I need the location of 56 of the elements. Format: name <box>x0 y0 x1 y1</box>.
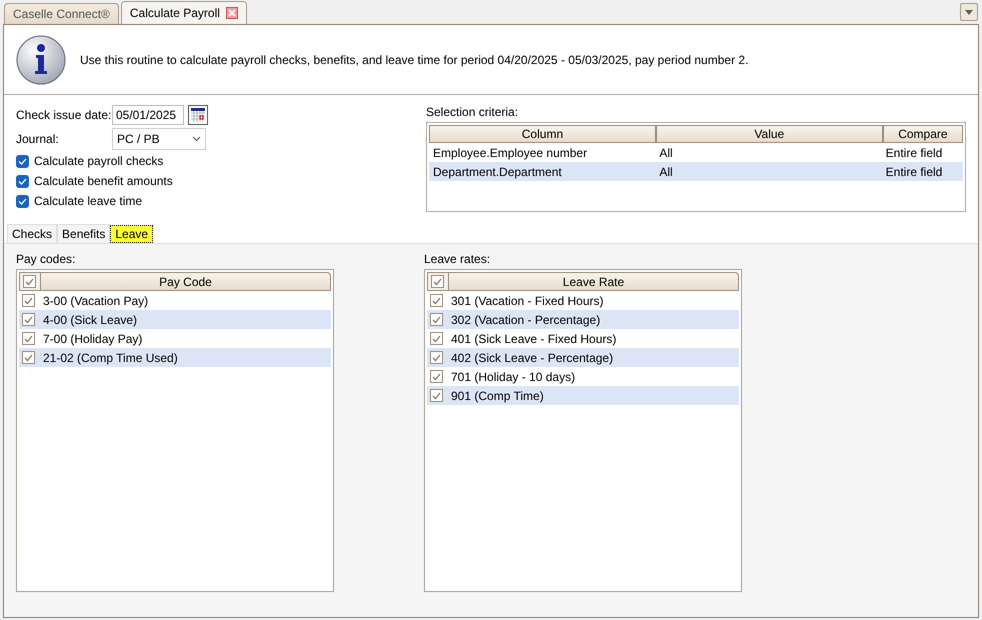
tab[interactable]: Leave <box>110 225 154 243</box>
column-header[interactable]: Pay Code <box>40 272 331 291</box>
table-cell-text: Employee.Employee number <box>432 146 588 160</box>
column-header[interactable]: Value <box>656 125 883 143</box>
caret-icon <box>192 136 201 142</box>
table-cell-text: Entire field <box>884 146 944 160</box>
column-header[interactable]: Compare <box>882 125 963 143</box>
checkbox-label[interactable]: Calculate payroll checks <box>34 154 164 168</box>
checkbox[interactable] <box>430 332 443 345</box>
checkbox[interactable] <box>22 351 35 364</box>
list-item[interactable]: 401 (Sick Leave - Fixed Hours) <box>447 332 616 346</box>
checkbox-label[interactable]: Calculate benefit amounts <box>34 174 173 188</box>
checkbox[interactable] <box>22 294 35 307</box>
tab[interactable]: Calculate Payroll <box>120 1 247 24</box>
calendar-icon[interactable] <box>188 105 208 125</box>
checkbox[interactable] <box>16 154 29 168</box>
column-header[interactable]: Column <box>429 125 656 143</box>
checkbox[interactable] <box>22 313 35 326</box>
table-cell-text: All <box>658 164 674 178</box>
checkbox[interactable] <box>16 194 29 208</box>
tab[interactable]: Benefits <box>57 224 110 243</box>
checkbox[interactable] <box>22 332 35 345</box>
list-label: Leave rates: <box>424 252 492 266</box>
list-item[interactable]: 7-00 (Holiday Pay) <box>39 332 142 346</box>
table-cell-text: Department.Department <box>432 164 563 178</box>
list-item[interactable]: 701 (Holiday - 10 days) <box>447 370 576 384</box>
tab[interactable]: Checks <box>7 224 58 243</box>
checkmark-icon <box>18 158 27 164</box>
checkmark-icon <box>18 198 27 204</box>
dropdown-button[interactable] <box>960 3 978 21</box>
info-icon <box>16 34 66 84</box>
info-message: Use this routine to calculate payroll checks, benefits, and leave time for period 04/20/2025 - 05/03/2025, pay period number 2. <box>80 52 748 66</box>
select-all-checkbox[interactable] <box>23 275 36 288</box>
table-cell-text: Entire field <box>884 164 944 178</box>
field-label: Check issue date: <box>16 108 112 122</box>
date-field[interactable]: 05/01/2025 <box>112 105 184 125</box>
criteria-label: Selection criteria: <box>426 105 520 119</box>
checkbox[interactable] <box>430 351 443 364</box>
table-cell-text: All <box>658 146 674 160</box>
close-icon[interactable] <box>226 7 238 19</box>
caret-icon <box>965 10 973 14</box>
journal-dropdown[interactable]: PC / PB <box>112 128 206 150</box>
checkmark-icon <box>18 178 27 184</box>
field-label: Journal: <box>16 132 60 146</box>
checkbox[interactable] <box>16 174 29 188</box>
list-item[interactable]: 3-00 (Vacation Pay) <box>39 294 148 308</box>
checkbox[interactable] <box>430 370 443 383</box>
select-all-checkbox[interactable] <box>431 275 444 288</box>
list-label: Pay codes: <box>16 252 76 266</box>
checkbox[interactable] <box>430 313 443 326</box>
tab[interactable]: Caselle Connect® <box>4 3 119 24</box>
checkbox[interactable] <box>430 389 443 402</box>
list-item[interactable]: 301 (Vacation - Fixed Hours) <box>447 294 604 308</box>
checkbox-label[interactable]: Calculate leave time <box>34 194 142 208</box>
checkbox[interactable] <box>430 294 443 307</box>
column-header[interactable]: Leave Rate <box>448 272 739 291</box>
